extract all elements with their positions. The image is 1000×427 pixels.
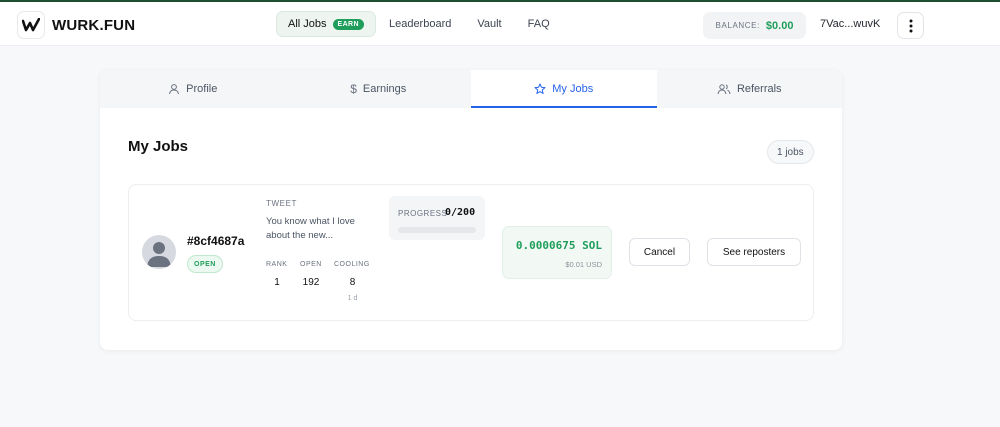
- top-bar: WURK.FUN All Jobs EARN Leaderboard Vault…: [0, 0, 1000, 46]
- more-vertical-icon: [909, 19, 912, 32]
- page-title: My Jobs: [128, 138, 189, 155]
- logo[interactable]: WURK.FUN: [18, 12, 135, 38]
- stat-cooling-value: 8: [349, 277, 356, 288]
- progress-label: PROGRESS: [398, 209, 448, 218]
- cancel-button[interactable]: Cancel: [629, 238, 690, 266]
- profile-tabs: Profile $ Earnings My Jobs Referrals: [100, 70, 842, 108]
- nav-all-jobs[interactable]: All Jobs EARN: [276, 11, 376, 37]
- more-menu-button[interactable]: [897, 12, 924, 39]
- progress-bar: [398, 227, 476, 233]
- see-reposters-button[interactable]: See reposters: [707, 238, 801, 266]
- job-row: #8cf4687a OPEN TWEET You know what I lov…: [128, 184, 814, 321]
- nav-all-jobs-label: All Jobs: [288, 18, 327, 30]
- status-badge: OPEN: [187, 255, 223, 273]
- avatar: [142, 235, 176, 269]
- wallet-address[interactable]: 7Vac...wuvK: [820, 18, 880, 30]
- users-icon: [717, 84, 731, 95]
- logo-icon: [18, 12, 44, 38]
- nav-leaderboard[interactable]: Leaderboard: [376, 11, 464, 37]
- app-name: WURK.FUN: [52, 16, 136, 34]
- stat-open-value: 192: [302, 277, 320, 288]
- main-nav: All Jobs EARN Leaderboard Vault FAQ: [276, 11, 563, 37]
- tweet-text[interactable]: You know what I love about the new...: [266, 215, 376, 243]
- job-id: #8cf4687a: [187, 234, 245, 248]
- tweet-label: TWEET: [266, 199, 297, 208]
- nav-faq[interactable]: FAQ: [515, 11, 563, 37]
- amount-sol: 0.0000675 SOL: [515, 239, 602, 252]
- dollar-icon: $: [350, 82, 357, 96]
- stat-cooling-time: 1 d: [347, 295, 358, 302]
- reward-amount: 0.0000675 SOL $0.01 USD: [502, 226, 612, 279]
- progress-value: 0/200: [445, 207, 476, 218]
- stat-cooling-label: COOLING: [334, 261, 370, 268]
- tab-earnings-label: Earnings: [362, 83, 407, 95]
- star-icon: [534, 83, 546, 94]
- tab-referrals[interactable]: Referrals: [657, 70, 843, 108]
- tab-profile[interactable]: Profile: [100, 70, 286, 108]
- profile-card: Profile $ Earnings My Jobs Referrals My …: [100, 70, 842, 350]
- jobs-count-badge: 1 jobs: [767, 140, 814, 164]
- stat-cooling: COOLING 8 1 d: [334, 261, 374, 302]
- earn-badge: EARN: [332, 18, 364, 30]
- user-icon: [169, 84, 180, 95]
- progress-box: PROGRESS 0/200: [389, 196, 485, 240]
- tab-earnings[interactable]: $ Earnings: [286, 70, 472, 108]
- balance-label: BALANCE:: [715, 21, 760, 30]
- balance-display: BALANCE: $0.00: [703, 12, 806, 39]
- tab-referrals-label: Referrals: [736, 83, 782, 95]
- tab-my-jobs-label: My Jobs: [552, 83, 594, 95]
- tab-profile-label: Profile: [186, 83, 218, 95]
- stat-rank-value: 1: [274, 277, 280, 288]
- amount-usd: $0.01 USD: [565, 260, 602, 269]
- balance-value: $0.00: [765, 19, 794, 32]
- tab-my-jobs[interactable]: My Jobs: [471, 70, 657, 108]
- nav-vault[interactable]: Vault: [464, 11, 514, 37]
